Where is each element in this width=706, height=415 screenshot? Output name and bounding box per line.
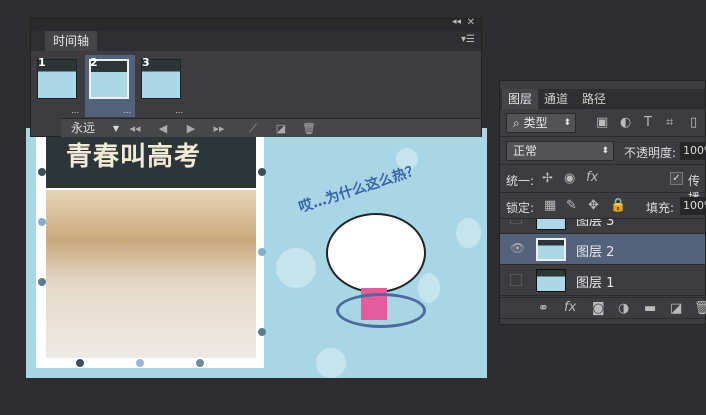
panel-menu-icon[interactable]: ▾☰ xyxy=(461,34,475,45)
dot xyxy=(258,248,266,256)
blend-row: 正常⬍ 不透明度: 100% xyxy=(500,137,706,165)
tab-bar: 时间轴 ▾☰ xyxy=(31,31,481,51)
character-hair xyxy=(326,213,426,293)
type-filter-icon[interactable]: T xyxy=(644,115,652,130)
loop-value: 永远 xyxy=(71,121,96,135)
frame-number: 2 xyxy=(90,56,98,69)
layer-thumbnail xyxy=(536,238,566,261)
poster-image: 青春叫高考 xyxy=(36,128,266,368)
timeline-toolbar: 永远 ▼ ◂◂ ◀ ▶ ▸▸ ⟋ ◪ 🗑 xyxy=(61,118,481,137)
blend-mode-select[interactable]: 正常 ⬍ xyxy=(506,141,614,161)
frame-number: 1 xyxy=(38,56,46,69)
loop-select[interactable]: 永远 ▼ xyxy=(67,120,121,137)
fx-icon[interactable]: fx xyxy=(564,300,576,315)
filter-type-select[interactable]: ⌕ 类型 ⬍ xyxy=(506,113,576,133)
layer-name: 图层 3 xyxy=(576,219,615,229)
close-icon[interactable]: ✕ xyxy=(467,17,475,28)
layer-thumbnail xyxy=(536,269,566,292)
smart-object-filter-icon[interactable]: ▯ xyxy=(690,115,697,130)
propagate-checkbox[interactable]: ✓ xyxy=(670,172,683,185)
fill-label: 填充: xyxy=(646,201,675,215)
bubble xyxy=(418,273,440,303)
delete-icon[interactable]: 🗑 xyxy=(297,120,321,137)
layer-row-1[interactable]: 图层 1 xyxy=(500,265,705,296)
dot xyxy=(136,359,144,367)
hula-hoop xyxy=(336,293,426,328)
filter-row: ⌕ 类型 ⬍ ▣ ◐ T ⌗ ▯ xyxy=(500,109,705,137)
lock-row: 锁定: ▦ ✎ ✥ 🔒 填充: 100% xyxy=(500,193,706,219)
pixel-filter-icon[interactable]: ▣ xyxy=(596,115,608,130)
layer-list: 图层 3 👁 图层 2 图层 1 xyxy=(500,219,705,297)
opacity-input[interactable]: 100% xyxy=(680,142,706,160)
eye-icon[interactable]: 👁 xyxy=(510,242,525,255)
visibility-toggle[interactable] xyxy=(510,274,522,286)
lock-position-icon[interactable]: ✥ xyxy=(588,198,599,213)
adjustment-filter-icon[interactable]: ◐ xyxy=(620,115,631,130)
unify-label: 统一: xyxy=(506,174,535,188)
layer-name: 图层 2 xyxy=(576,245,615,260)
dot xyxy=(76,359,84,367)
fill-input[interactable]: 100% xyxy=(680,197,706,215)
first-frame-icon[interactable]: ◂◂ xyxy=(123,120,147,137)
frame-delay[interactable]: ... xyxy=(71,106,79,115)
document-canvas[interactable]: 青春叫高考 哎…为什么这么热？ xyxy=(26,128,487,378)
frame-delay[interactable]: ... xyxy=(175,106,183,115)
dot xyxy=(258,328,266,336)
next-frame-icon[interactable]: ▸▸ xyxy=(207,120,231,137)
unify-row: 统一: ✢ ◉ fx ✓ 传播 xyxy=(500,165,705,205)
timeline-panel: ◂◂ ✕ 时间轴 ▾☰ 1 ... 2 ... 3 ... 永远 ▼ ◂◂ ◀ … xyxy=(30,17,482,137)
mask-icon[interactable]: ◙ xyxy=(592,301,605,316)
visibility-toggle[interactable] xyxy=(510,219,522,224)
layer-name: 图层 1 xyxy=(576,276,615,291)
lock-transparent-icon[interactable]: ▦ xyxy=(544,198,556,213)
dot xyxy=(258,168,266,176)
lock-all-icon[interactable]: 🔒 xyxy=(610,198,626,213)
speech-text: 哎…为什么这么热？ xyxy=(296,161,422,217)
new-layer-icon[interactable]: ◪ xyxy=(670,301,682,316)
unify-position-icon[interactable]: ✢ xyxy=(542,171,553,186)
bubble xyxy=(316,348,346,378)
frame-1[interactable]: 1 ... xyxy=(33,55,83,117)
panel-header: ◂◂ ✕ xyxy=(31,17,481,31)
opacity-label: 不透明度: xyxy=(624,146,677,160)
unify-visibility-icon[interactable]: ◉ xyxy=(564,171,575,186)
dot xyxy=(196,359,204,367)
layers-footer: ⚭ fx ◙ ◑ ▬ ◪ 🗑 xyxy=(500,297,706,319)
lock-label: 锁定: xyxy=(506,201,535,215)
prev-frame-icon[interactable]: ◀ xyxy=(151,120,175,137)
tab-layers[interactable]: 图层 xyxy=(502,89,539,109)
blend-mode-value: 正常 xyxy=(513,144,538,158)
filter-type-value: 类型 xyxy=(523,116,548,130)
tab-paths[interactable]: 路径 xyxy=(576,89,612,109)
collapse-icon[interactable]: ◂◂ xyxy=(452,17,461,27)
lock-pixels-icon[interactable]: ✎ xyxy=(566,198,577,213)
tab-bar: 图层 通道 路径 xyxy=(500,89,705,109)
shape-filter-icon[interactable]: ⌗ xyxy=(666,115,673,130)
delete-layer-icon[interactable]: 🗑 xyxy=(694,301,706,316)
layers-panel: 图层 通道 路径 ⌕ 类型 ⬍ ▣ ◐ T ⌗ ▯ 正常⬍ 不透明度: 100%… xyxy=(499,80,706,325)
layer-row-2[interactable]: 👁 图层 2 xyxy=(500,234,705,265)
tab-channels[interactable]: 通道 xyxy=(538,89,574,109)
frame-number: 3 xyxy=(142,56,150,69)
dot xyxy=(38,218,46,226)
unify-style-icon[interactable]: fx xyxy=(586,170,598,185)
layer-row-3[interactable]: 图层 3 xyxy=(500,219,705,234)
group-folder-icon[interactable]: ▬ xyxy=(644,301,656,316)
layer-thumbnail xyxy=(536,219,566,230)
bubble xyxy=(276,248,316,288)
bubble xyxy=(456,218,481,248)
frame-delay[interactable]: ... xyxy=(123,106,131,115)
frame-2[interactable]: 2 ... xyxy=(85,55,135,117)
link-icon[interactable]: ⚭ xyxy=(538,301,549,316)
tab-timeline[interactable]: 时间轴 xyxy=(45,31,98,51)
duplicate-frame-icon[interactable]: ◪ xyxy=(269,120,293,137)
dot xyxy=(38,278,46,286)
play-icon[interactable]: ▶ xyxy=(179,120,203,137)
dot xyxy=(38,168,46,176)
tween-icon[interactable]: ⟋ xyxy=(241,120,265,137)
frame-3[interactable]: 3 ... xyxy=(137,55,187,117)
adjustment-layer-icon[interactable]: ◑ xyxy=(618,301,629,316)
poster-title: 青春叫高考 xyxy=(66,142,202,172)
poster-photo xyxy=(46,190,256,358)
